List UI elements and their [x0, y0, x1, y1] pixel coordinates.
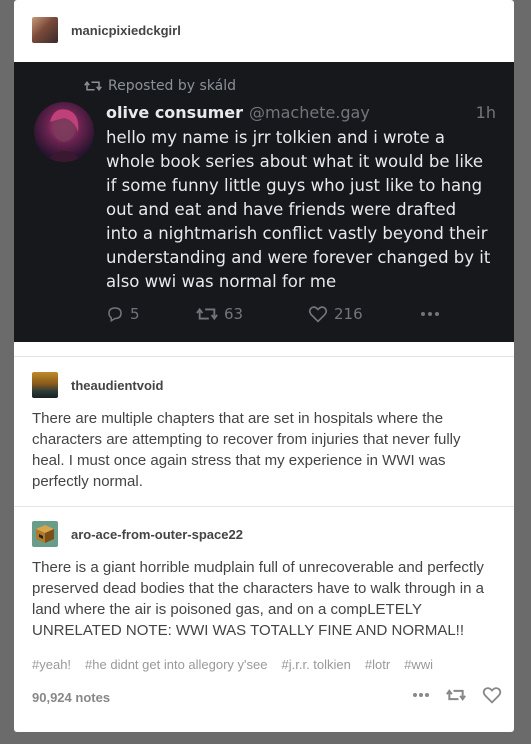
more-action[interactable]	[420, 305, 440, 323]
like-action[interactable]: 216	[308, 305, 420, 323]
cube-icon	[36, 525, 54, 543]
repost-label: Reposted by skáld	[84, 78, 236, 94]
retweet-action[interactable]: 63	[196, 305, 308, 323]
reblog-header-2: aro-ace-from-outer-space22	[14, 521, 243, 547]
op-header: manicpixiedckgirl	[14, 17, 181, 43]
op-username[interactable]: manicpixiedckgirl	[71, 23, 181, 38]
repost-text: Reposted by skáld	[108, 78, 237, 94]
post-card: manicpixiedckgirl Reposted by skáld oliv…	[14, 0, 514, 732]
post-footer-actions	[412, 686, 502, 704]
more-icon	[421, 312, 439, 316]
reblog-header-1: theaudientvoid	[14, 372, 163, 398]
tag[interactable]: #lotr	[365, 657, 390, 672]
reblog-text-1: There are multiple chapters that are set…	[32, 410, 461, 490]
tweet-text: hello my name is jrr tolkien and i wrote…	[106, 128, 491, 291]
reblog-icon[interactable]	[446, 686, 466, 704]
tweet-avatar[interactable]	[34, 102, 94, 162]
reblog-avatar-2[interactable]	[32, 521, 58, 547]
tweet-handle[interactable]: @machete.gay	[249, 103, 370, 122]
retweet-icon	[196, 307, 218, 321]
divider	[14, 506, 514, 507]
tag[interactable]: #wwi	[404, 657, 433, 672]
reblog-username-1[interactable]: theaudientvoid	[71, 378, 163, 393]
heart-icon[interactable]	[482, 686, 502, 704]
tweet-display-name[interactable]: olive consumer	[106, 103, 243, 122]
reblog-username-2[interactable]: aro-ace-from-outer-space22	[71, 527, 243, 542]
retweet-count: 63	[224, 305, 244, 323]
reply-icon	[108, 307, 122, 323]
tweet-screenshot: Reposted by skáld olive consumer @machet…	[14, 62, 514, 342]
like-icon	[308, 306, 328, 323]
notes-count[interactable]: 90,924 notes	[32, 690, 110, 705]
tag-list: #yeah! #he didnt get into allegory y'see…	[32, 657, 433, 672]
repost-icon	[84, 81, 102, 91]
tweet-actions: 5 63 216	[106, 305, 454, 323]
tag[interactable]: #he didnt get into allegory y'see	[85, 657, 267, 672]
reply-count: 5	[130, 305, 140, 323]
divider	[14, 356, 514, 357]
tweet-time: 1h	[475, 103, 496, 122]
op-avatar[interactable]	[32, 17, 58, 43]
tweet-header: olive consumer @machete.gay 1h	[106, 103, 496, 122]
reply-action[interactable]: 5	[106, 305, 196, 323]
tag[interactable]: #yeah!	[32, 657, 71, 672]
reblog-text-2: There is a giant horrible mudplain full …	[32, 559, 484, 639]
reblog-avatar-1[interactable]	[32, 372, 58, 398]
more-icon[interactable]	[412, 692, 430, 698]
tag[interactable]: #j.r.r. tolkien	[282, 657, 351, 672]
like-count: 216	[334, 305, 363, 323]
